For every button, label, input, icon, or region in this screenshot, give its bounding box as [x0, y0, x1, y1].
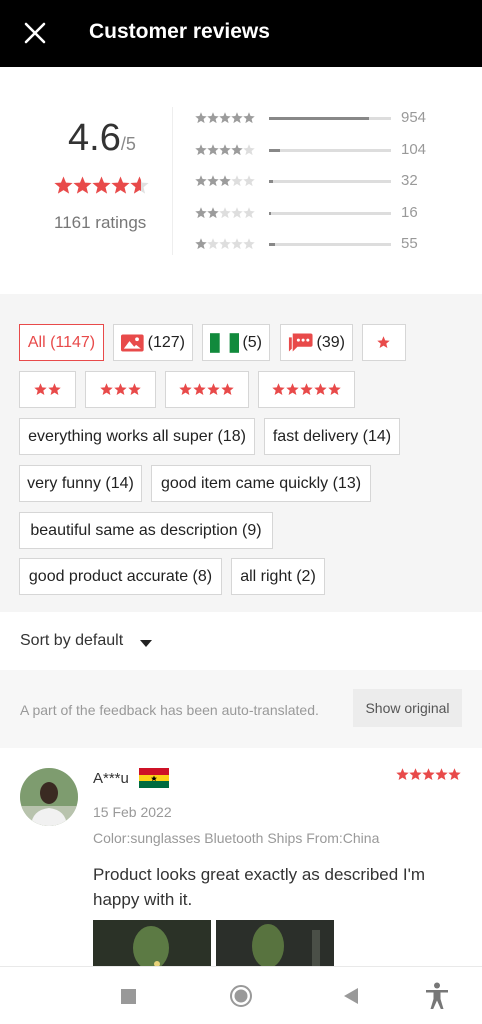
- sort-bar[interactable]: Sort by default: [0, 612, 482, 670]
- nigeria-flag-icon: [210, 332, 240, 353]
- rating-count: 104: [401, 141, 427, 158]
- ratings-count: 1161 ratings: [54, 213, 147, 232]
- filter-1-star[interactable]: [362, 324, 406, 361]
- filter-all[interactable]: All (1147): [19, 324, 104, 361]
- tag-chip[interactable]: all right (2): [231, 558, 325, 595]
- rating-row-2: 16: [193, 203, 433, 223]
- review-meta: Color:sunglasses Bluetooth Ships From:Ch…: [93, 830, 380, 846]
- review-stars: [396, 768, 461, 780]
- photo-content: [93, 920, 211, 966]
- average-score: 4.6/5: [68, 117, 136, 159]
- sort-label: Sort by default: [20, 632, 124, 649]
- tag-chip[interactable]: very funny (14): [19, 465, 142, 502]
- filter-5-stars[interactable]: [258, 371, 355, 408]
- star-icon: [377, 336, 390, 348]
- accessibility-icon[interactable]: [425, 982, 449, 1010]
- stars-icon: [179, 383, 234, 395]
- rating-count: 16: [401, 204, 418, 221]
- review-photo[interactable]: [93, 920, 211, 966]
- show-original-button[interactable]: Show original: [353, 689, 462, 727]
- review-date: 15 Feb 2022: [93, 804, 172, 820]
- page-title: Customer reviews: [89, 20, 270, 43]
- comment-icon: [288, 333, 313, 351]
- reviewer-name: A***u: [93, 770, 129, 787]
- filter-country[interactable]: (5): [202, 324, 270, 361]
- stars-icon: [195, 207, 255, 219]
- stars-icon: [99, 383, 141, 395]
- rating-bar: [269, 149, 391, 152]
- rating-count: 954: [401, 109, 427, 126]
- review-text: Product looks great exactly as described…: [93, 865, 426, 909]
- stars-icon: [195, 175, 255, 187]
- rating-row-1: 55: [193, 234, 433, 254]
- divider: [172, 107, 173, 255]
- rating-count: 32: [401, 172, 418, 189]
- system-nav-bar: [0, 966, 482, 1024]
- tag-chip[interactable]: good product accurate (8): [19, 558, 222, 595]
- tag-chip[interactable]: everything works all super (18): [19, 418, 255, 455]
- stars-icon: [195, 238, 255, 250]
- review-item: A***u 15 Feb 2022 Color:sunglasses Bluet…: [0, 748, 482, 966]
- stars-icon: [195, 144, 255, 156]
- rating-row-4: 104: [193, 140, 433, 160]
- stars-icon: [33, 383, 61, 395]
- image-icon: [121, 334, 144, 351]
- avatar: [20, 768, 78, 826]
- rating-row-5: 954: [193, 108, 433, 128]
- tag-chip[interactable]: beautiful same as description (9): [19, 512, 273, 549]
- top-bar: Customer reviews: [0, 0, 482, 67]
- rating-bar: [269, 243, 391, 246]
- tag-chip[interactable]: good item came quickly (13): [151, 465, 371, 502]
- filter-comments-count: (39): [316, 333, 345, 351]
- back-icon[interactable]: [343, 987, 359, 1005]
- filter-4-stars[interactable]: [165, 371, 249, 408]
- filter-country-count: (5): [242, 333, 262, 351]
- average-stars: [54, 176, 149, 194]
- rating-count: 55: [401, 235, 418, 252]
- home-icon[interactable]: [229, 984, 253, 1008]
- recents-icon[interactable]: [121, 989, 136, 1004]
- filter-photos[interactable]: (127): [113, 324, 193, 361]
- rating-bar-fill: [269, 149, 280, 152]
- translation-note: A part of the feedback has been auto-tra…: [20, 702, 319, 718]
- tag-chip[interactable]: fast delivery (14): [264, 418, 400, 455]
- filter-comments[interactable]: (39): [280, 324, 353, 361]
- rating-bar-fill: [269, 212, 271, 215]
- rating-bar-fill: [269, 117, 369, 120]
- ghana-flag-icon: [139, 768, 169, 788]
- stars-icon: [195, 112, 255, 124]
- rating-bar: [269, 117, 391, 120]
- close-icon[interactable]: [22, 20, 48, 46]
- filter-section: All (1147) (127) (5) (39) everything wor…: [0, 294, 482, 612]
- stars-icon: [271, 383, 341, 395]
- rating-summary: 4.6/5 1161 ratings 954 104 32 16 55: [0, 67, 482, 294]
- translation-bar: A part of the feedback has been auto-tra…: [0, 670, 482, 748]
- rating-bar: [269, 212, 391, 215]
- filter-2-stars[interactable]: [19, 371, 76, 408]
- caret-down-icon: [140, 640, 152, 647]
- review-photo[interactable]: [216, 920, 334, 966]
- rating-row-3: 32: [193, 171, 433, 191]
- rating-bar: [269, 180, 391, 183]
- rating-bar-fill: [269, 180, 273, 183]
- rating-bar-fill: [269, 243, 275, 246]
- filter-photos-count: (127): [147, 333, 185, 351]
- filter-3-stars[interactable]: [85, 371, 156, 408]
- photo-content: [216, 920, 334, 966]
